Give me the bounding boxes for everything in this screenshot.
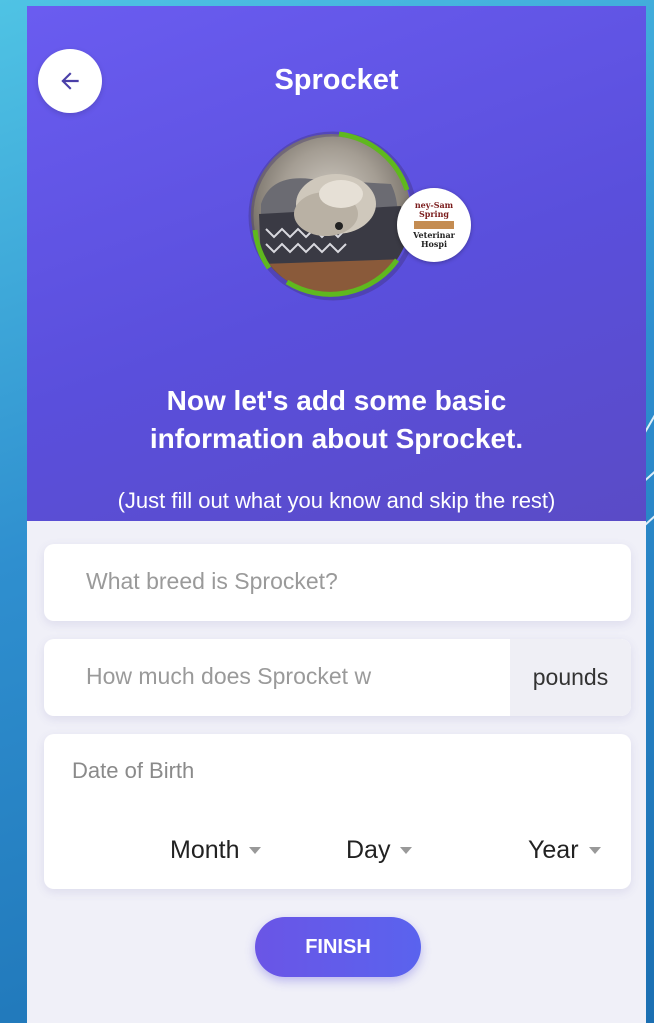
prompt-heading-line: Now let's add some basic: [166, 385, 507, 416]
vet-clinic-badge: ney-Sam Spring Veterinar Hospi: [397, 188, 471, 262]
vet-badge-image: [414, 221, 454, 229]
year-select-label: Year: [528, 836, 579, 864]
month-select[interactable]: Month: [170, 836, 262, 865]
weight-field[interactable]: How much does Sprocket w pounds: [44, 639, 631, 716]
pet-name-title: Sprocket: [274, 64, 399, 96]
app-screen: Sprocket ney-Sam Spring Veterinar Hospi …: [27, 6, 646, 1023]
weight-unit-label: pounds: [510, 639, 631, 716]
prompt-heading-line: information about Sprocket.: [149, 423, 524, 454]
dob-label: Date of Birth: [72, 758, 195, 783]
weight-placeholder: How much does Sprocket w: [86, 663, 372, 689]
caret-down-icon: [249, 847, 262, 854]
progress-ring: [248, 131, 418, 301]
caret-down-icon: [588, 847, 601, 854]
caret-down-icon: [400, 847, 413, 854]
finish-button[interactable]: FINISH: [255, 917, 421, 977]
prompt-heading: Now let's add some basic information abo…: [27, 382, 646, 458]
dob-card: Date of Birth Month Day Year: [44, 734, 631, 889]
day-select-label: Day: [346, 836, 391, 864]
vet-badge-text: Spring: [418, 209, 450, 220]
vet-badge-text: Hospi: [420, 238, 448, 249]
breed-field[interactable]: What breed is Sprocket?: [44, 544, 631, 621]
pet-avatar[interactable]: ney-Sam Spring Veterinar Hospi: [247, 128, 471, 308]
month-select-label: Month: [170, 836, 240, 864]
year-select[interactable]: Year: [528, 836, 601, 865]
breed-placeholder: What breed is Sprocket?: [86, 568, 338, 594]
hero-header: Sprocket ney-Sam Spring Veterinar Hospi …: [27, 6, 646, 521]
prompt-subtext: (Just fill out what you know and skip th…: [117, 488, 556, 513]
day-select[interactable]: Day: [346, 836, 413, 865]
